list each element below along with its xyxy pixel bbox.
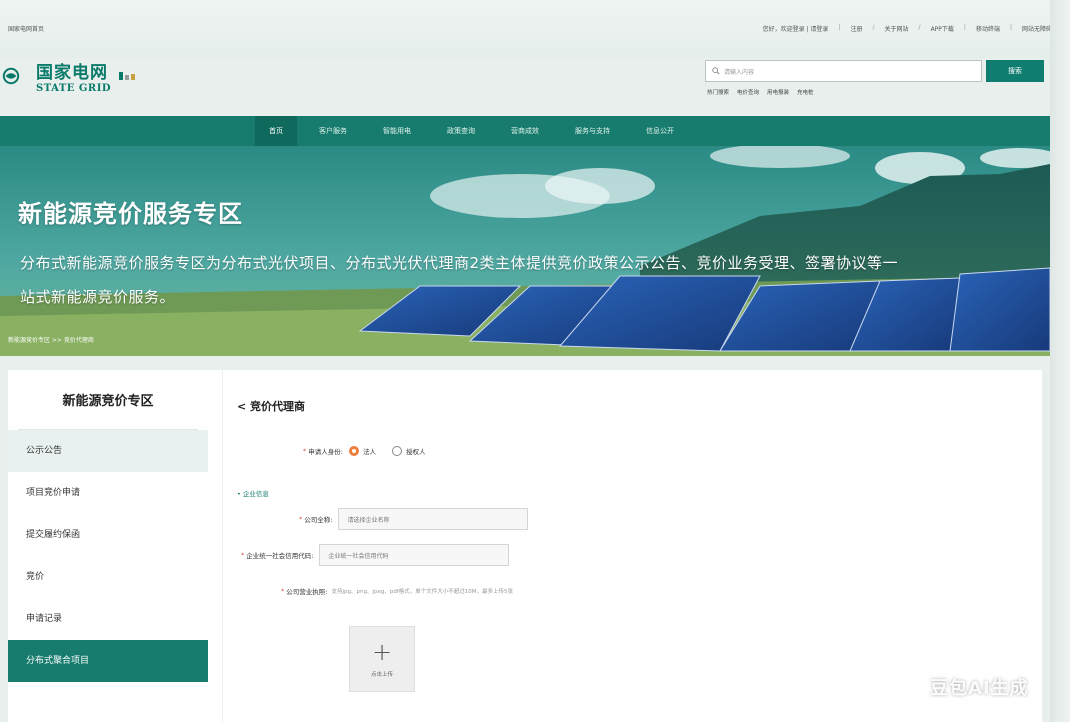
sidebar-item-guarantee[interactable]: 提交履约保函 <box>8 514 208 556</box>
hot-word[interactable]: 充电桩 <box>797 88 814 96</box>
hot-word[interactable]: 用电报装 <box>767 88 789 96</box>
credit-code-label: 企业统一社会信用代码: <box>246 552 314 560</box>
about-link[interactable]: 关于网站 <box>885 24 909 33</box>
divider: | <box>838 24 841 31</box>
company-name-label: 公司全称: <box>304 516 333 524</box>
accessibility-link[interactable]: 网站无障碍 <box>1022 24 1052 33</box>
nav-item-info[interactable]: 信息公开 <box>632 116 688 146</box>
register-link[interactable]: 注册 <box>850 24 862 33</box>
divider: / <box>918 24 921 31</box>
logo-chinese: 国家电网 <box>36 63 108 83</box>
nav-item-home[interactable]: 首页 <box>255 116 297 146</box>
section-company-info: • 企业信息 <box>237 490 269 498</box>
state-grid-logo-icon <box>2 67 20 85</box>
sidebar: 新能源竞价专区 公示公告 项目竞价申请 提交履约保函 竞价 申请记录 分布式聚合… <box>8 370 208 682</box>
hot-word: 热门搜索 <box>707 90 730 96</box>
banner-description: 分布式新能源竞价服务专区为分布式光伏项目、分布式光伏代理商2类主体提供竞价政策公… <box>20 254 899 306</box>
top-links: 您好，欢迎登录 | 请登录 | 注册 / 关于网站 / APP下载 | 移动终端… <box>763 24 1052 33</box>
sidebar-item-aggregation[interactable]: 分布式聚合项目 <box>8 640 208 682</box>
sidebar-item-records[interactable]: 申请记录 <box>8 598 208 640</box>
mobile-link[interactable]: 移动终端 <box>976 24 1000 33</box>
required-mark: * <box>303 447 307 455</box>
upload-label: 点击上传 <box>370 672 393 678</box>
applicant-row: * 申请人身份: 法人 授权人 <box>303 446 425 456</box>
back-title[interactable]: < 竞价代理商 <box>237 398 305 414</box>
company-name-field[interactable]: 请选择企业名称 <box>338 508 529 530</box>
sidebar-item-bid-application[interactable]: 项目竞价申请 <box>8 472 208 514</box>
breadcrumb[interactable]: 新能源竞价专区 >> 竞价代理商 <box>8 335 94 344</box>
search-icon <box>712 67 720 75</box>
license-row: * 公司营业执照: 支持jpg、png、jpeg、pdf格式，单个文件大小不超过… <box>281 586 513 596</box>
plus-icon: + <box>371 638 393 666</box>
company-name-row: * 公司全称: 请选择企业名称 <box>299 508 529 530</box>
nav-item-policy[interactable]: 政策查询 <box>433 116 489 146</box>
license-hint: 支持jpg、png、jpeg、pdf格式，单个文件大小不超过10M，最多上传5张 <box>331 589 513 595</box>
license-label: 公司营业执照: <box>286 588 328 596</box>
search-input[interactable]: 请输入内容 <box>705 60 982 82</box>
nav-item-smart-power[interactable]: 智能用电 <box>369 116 425 146</box>
app-download-link[interactable]: APP下载 <box>931 24 954 33</box>
hero-banner: 新能源竞价服务专区 分布式新能源竞价服务专区为分布式光伏项目、分布式光伏代理商2… <box>0 146 1050 356</box>
credit-code-field[interactable]: 企业统一社会信用代码 <box>319 544 510 566</box>
logo-text: 国家电网 STATE GRID <box>36 58 111 94</box>
divider: / <box>872 24 875 31</box>
page-edge <box>1050 0 1070 722</box>
nav-item-customer-service[interactable]: 客户服务 <box>305 116 361 146</box>
search-placeholder: 请输入内容 <box>724 68 755 76</box>
required-mark: * <box>281 587 285 595</box>
logo-mark-icon <box>119 72 136 80</box>
required-mark: * <box>241 551 245 559</box>
logo-english: STATE GRID <box>36 83 112 94</box>
radio-authorized-person[interactable] <box>391 446 402 456</box>
divider: | <box>963 24 966 31</box>
login-link[interactable]: 您好，欢迎登录 | 请登录 <box>763 24 829 33</box>
upload-button[interactable]: + 点击上传 <box>349 626 415 692</box>
logo[interactable]: 国家电网 STATE GRID <box>0 48 180 104</box>
main-nav: 首页 客户服务 智能用电 政策查询 营商成效 服务与支持 信息公开 <box>0 116 1050 146</box>
sidebar-item-announcements[interactable]: 公示公告 <box>8 430 208 472</box>
credit-code-row: * 企业统一社会信用代码: 企业统一社会信用代码 <box>241 544 510 566</box>
search-button[interactable]: 搜索 <box>986 60 1044 82</box>
sidebar-title: 新能源竞价专区 <box>18 370 198 430</box>
credit-code-placeholder: 企业统一社会信用代码 <box>328 552 389 560</box>
applicant-label: 申请人身份: <box>308 448 343 456</box>
nav-item-support[interactable]: 服务与支持 <box>561 116 624 146</box>
radio-authorized-person-label[interactable]: 授权人 <box>406 446 426 456</box>
hot-word[interactable]: 电价查询 <box>737 88 759 96</box>
banner-title: 新能源竞价服务专区 <box>18 200 243 228</box>
nav-item-business[interactable]: 营商成效 <box>497 116 553 146</box>
sidebar-item-bidding[interactable]: 竞价 <box>8 556 208 598</box>
site-title[interactable]: 国家电网首页 <box>8 24 44 33</box>
radio-legal-person-label[interactable]: 法人 <box>363 446 376 456</box>
main-form: < 竞价代理商 * 申请人身份: 法人 授权人 • 企业信息 * 公司全称: 请… <box>222 370 1042 722</box>
divider: | <box>1009 24 1012 31</box>
radio-legal-person[interactable] <box>348 446 359 456</box>
content-panel: 新能源竞价专区 公示公告 项目竞价申请 提交履约保函 竞价 申请记录 分布式聚合… <box>8 370 1042 722</box>
ai-watermark: 豆包AI生成 <box>930 678 1029 699</box>
hot-words: 热门搜索 电价查询 用电报装 充电桩 <box>707 88 814 96</box>
company-name-placeholder: 请选择企业名称 <box>347 516 390 524</box>
required-mark: * <box>299 515 303 523</box>
